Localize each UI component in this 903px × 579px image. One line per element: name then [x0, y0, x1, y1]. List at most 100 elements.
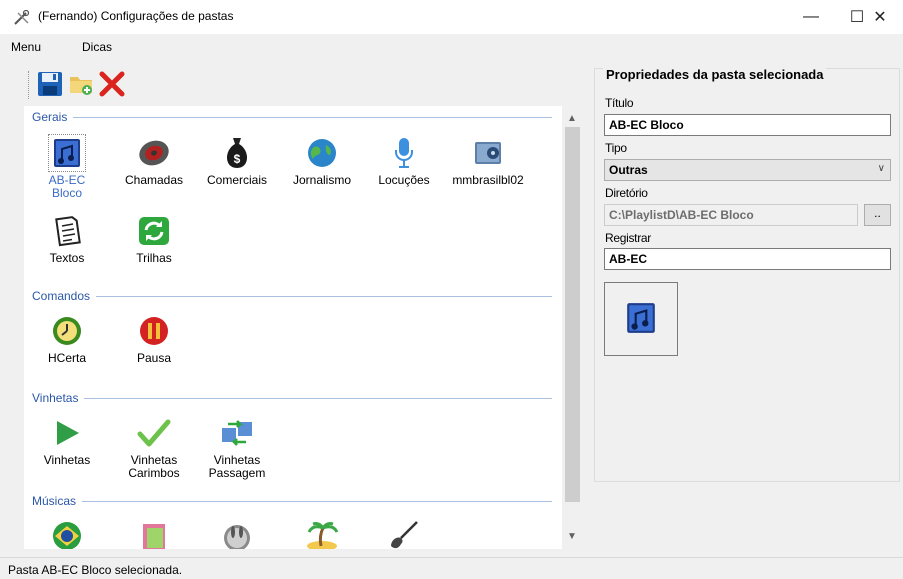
- transfer-arrows-icon: [220, 416, 254, 450]
- folder-item-label: Chamadas: [124, 173, 184, 187]
- tipo-select[interactable]: Outras ∨: [604, 159, 891, 181]
- bunny-icon: [220, 519, 254, 549]
- music-book-icon: [137, 519, 171, 549]
- registrar-label: Registrar: [605, 231, 651, 245]
- titulo-input[interactable]: AB-EC Bloco: [604, 114, 891, 136]
- folder-item-label: mmbrasilbl02: [452, 173, 524, 187]
- scroll-down-button[interactable]: ▼: [562, 528, 582, 545]
- toolbar: [24, 67, 154, 103]
- folder-item-label: Locuções: [378, 173, 430, 187]
- titulo-label: Título: [605, 96, 634, 110]
- refresh-arrows-icon: [137, 214, 171, 248]
- close-button[interactable]: ✕: [857, 0, 903, 34]
- group-header-musicas: Músicas: [32, 494, 83, 508]
- pause-icon: [137, 314, 171, 348]
- group-divider: [32, 117, 552, 118]
- group-header-gerais: Gerais: [32, 110, 74, 124]
- folder-item-label: Pausa: [136, 351, 172, 365]
- folder-item-jornalismo[interactable]: Jornalismo: [282, 136, 362, 187]
- folder-icon-preview[interactable]: [604, 282, 678, 356]
- new-folder-icon: [68, 71, 94, 100]
- folder-item-pausa[interactable]: Pausa: [114, 314, 194, 365]
- scroll-thumb[interactable]: [565, 127, 580, 502]
- properties-title: Propriedades da pasta selecionada: [603, 67, 827, 82]
- folder-item-chamadas[interactable]: Chamadas: [114, 136, 194, 187]
- folder-properties-panel: Propriedades da pasta selecionada Título…: [594, 67, 900, 482]
- music-document-icon: [625, 301, 657, 338]
- group-divider: [32, 398, 552, 399]
- folder-item-label: Vinhetas Passagem: [208, 453, 266, 480]
- folder-list-panel: Gerais AB-EC Bloco Chamadas $ Comerciais…: [24, 106, 582, 549]
- scroll-up-button[interactable]: ▲: [562, 110, 582, 127]
- guitar-icon: [387, 519, 421, 549]
- chevron-down-icon: ∨: [877, 163, 885, 174]
- chevron-up-icon: ▲: [567, 113, 577, 124]
- vertical-scrollbar[interactable]: ▲ ▼: [562, 106, 582, 549]
- delete-icon: [99, 71, 125, 100]
- folder-item-musicas-book[interactable]: [114, 519, 194, 549]
- delete-button[interactable]: [98, 71, 126, 99]
- folder-item-vinhetas-passagem[interactable]: Vinhetas Passagem: [197, 416, 277, 480]
- folder-item-musicas-brasil[interactable]: [27, 519, 107, 549]
- media-folder-icon: [471, 136, 505, 170]
- status-text: Pasta AB-EC Bloco selecionada.: [8, 563, 183, 577]
- group-divider: [32, 501, 552, 502]
- globe-icon: [305, 136, 339, 170]
- folder-item-vinhetas-carimbos[interactable]: Vinhetas Carimbos: [114, 416, 194, 480]
- save-button[interactable]: [36, 71, 64, 99]
- clock-icon: [50, 314, 84, 348]
- tools-app-icon: [13, 9, 30, 26]
- toolbar-grip[interactable]: [28, 71, 31, 99]
- music-document-icon: [48, 134, 86, 172]
- folder-item-trilhas[interactable]: Trilhas: [114, 214, 194, 265]
- folder-item-vinhetas[interactable]: Vinhetas: [27, 416, 107, 467]
- folder-item-label: Vinhetas: [43, 453, 91, 467]
- folder-item-label: Vinhetas Carimbos: [128, 453, 180, 480]
- menu-item-dicas[interactable]: Dicas: [82, 40, 112, 54]
- folder-item-label: Jornalismo: [292, 173, 352, 187]
- chevron-down-icon: ▼: [567, 531, 577, 542]
- play-triangle-icon: [50, 416, 84, 450]
- group-header-comandos: Comandos: [32, 289, 97, 303]
- folder-item-textos[interactable]: Textos: [27, 214, 107, 265]
- save-icon: [37, 71, 63, 100]
- folder-item-label: Trilhas: [136, 251, 172, 265]
- record-disc-icon: [137, 136, 171, 170]
- status-bar: Pasta AB-EC Bloco selecionada.: [0, 557, 903, 579]
- minimize-icon: —: [803, 8, 819, 25]
- folder-item-comerciais[interactable]: $ Comerciais: [197, 136, 277, 187]
- window-title: (Fernando) Configurações de pastas: [38, 9, 234, 23]
- group-divider: [32, 296, 552, 297]
- browse-button[interactable]: ..: [864, 204, 891, 226]
- brazil-flag-icon: [50, 519, 84, 549]
- tipo-selected-value: Outras: [609, 163, 648, 177]
- folder-item-label: HCerta: [47, 351, 86, 365]
- menu-bar: Menu Dicas: [0, 36, 903, 56]
- folder-item-locucoes[interactable]: Locuções: [364, 136, 444, 187]
- folder-item-mmbrasilbl02[interactable]: mmbrasilbl02: [448, 136, 528, 187]
- svg-text:$: $: [234, 152, 241, 166]
- money-bag-icon: $: [220, 136, 254, 170]
- folder-item-musicas-guitar[interactable]: [364, 519, 444, 549]
- folder-item-label: Comerciais: [206, 173, 267, 187]
- text-document-icon: [50, 214, 84, 248]
- title-bar: (Fernando) Configurações de pastas — ☐ ✕: [0, 0, 903, 34]
- diretorio-label: Diretório: [605, 186, 648, 200]
- checkmark-icon: [137, 416, 171, 450]
- diretorio-input[interactable]: C:\PlaylistD\AB-EC Bloco: [604, 204, 858, 226]
- folder-item-label: AB-EC Bloco: [48, 173, 86, 200]
- registrar-input[interactable]: AB-EC: [604, 248, 891, 270]
- tipo-label: Tipo: [605, 141, 627, 155]
- menu-item-menu[interactable]: Menu: [11, 40, 41, 54]
- folder-item-hcerta[interactable]: HCerta: [27, 314, 107, 365]
- microphone-icon: [387, 136, 421, 170]
- group-header-vinhetas: Vinhetas: [32, 391, 85, 405]
- minimize-button[interactable]: —: [788, 0, 834, 34]
- island-icon: [305, 519, 339, 549]
- folder-item-ab-ec-bloco[interactable]: AB-EC Bloco: [27, 134, 107, 200]
- folder-item-musicas-island[interactable]: [282, 519, 362, 549]
- new-folder-button[interactable]: [67, 71, 95, 99]
- folder-item-label: Textos: [49, 251, 85, 265]
- close-icon: ✕: [873, 9, 887, 26]
- folder-item-musicas-bunny[interactable]: [197, 519, 277, 549]
